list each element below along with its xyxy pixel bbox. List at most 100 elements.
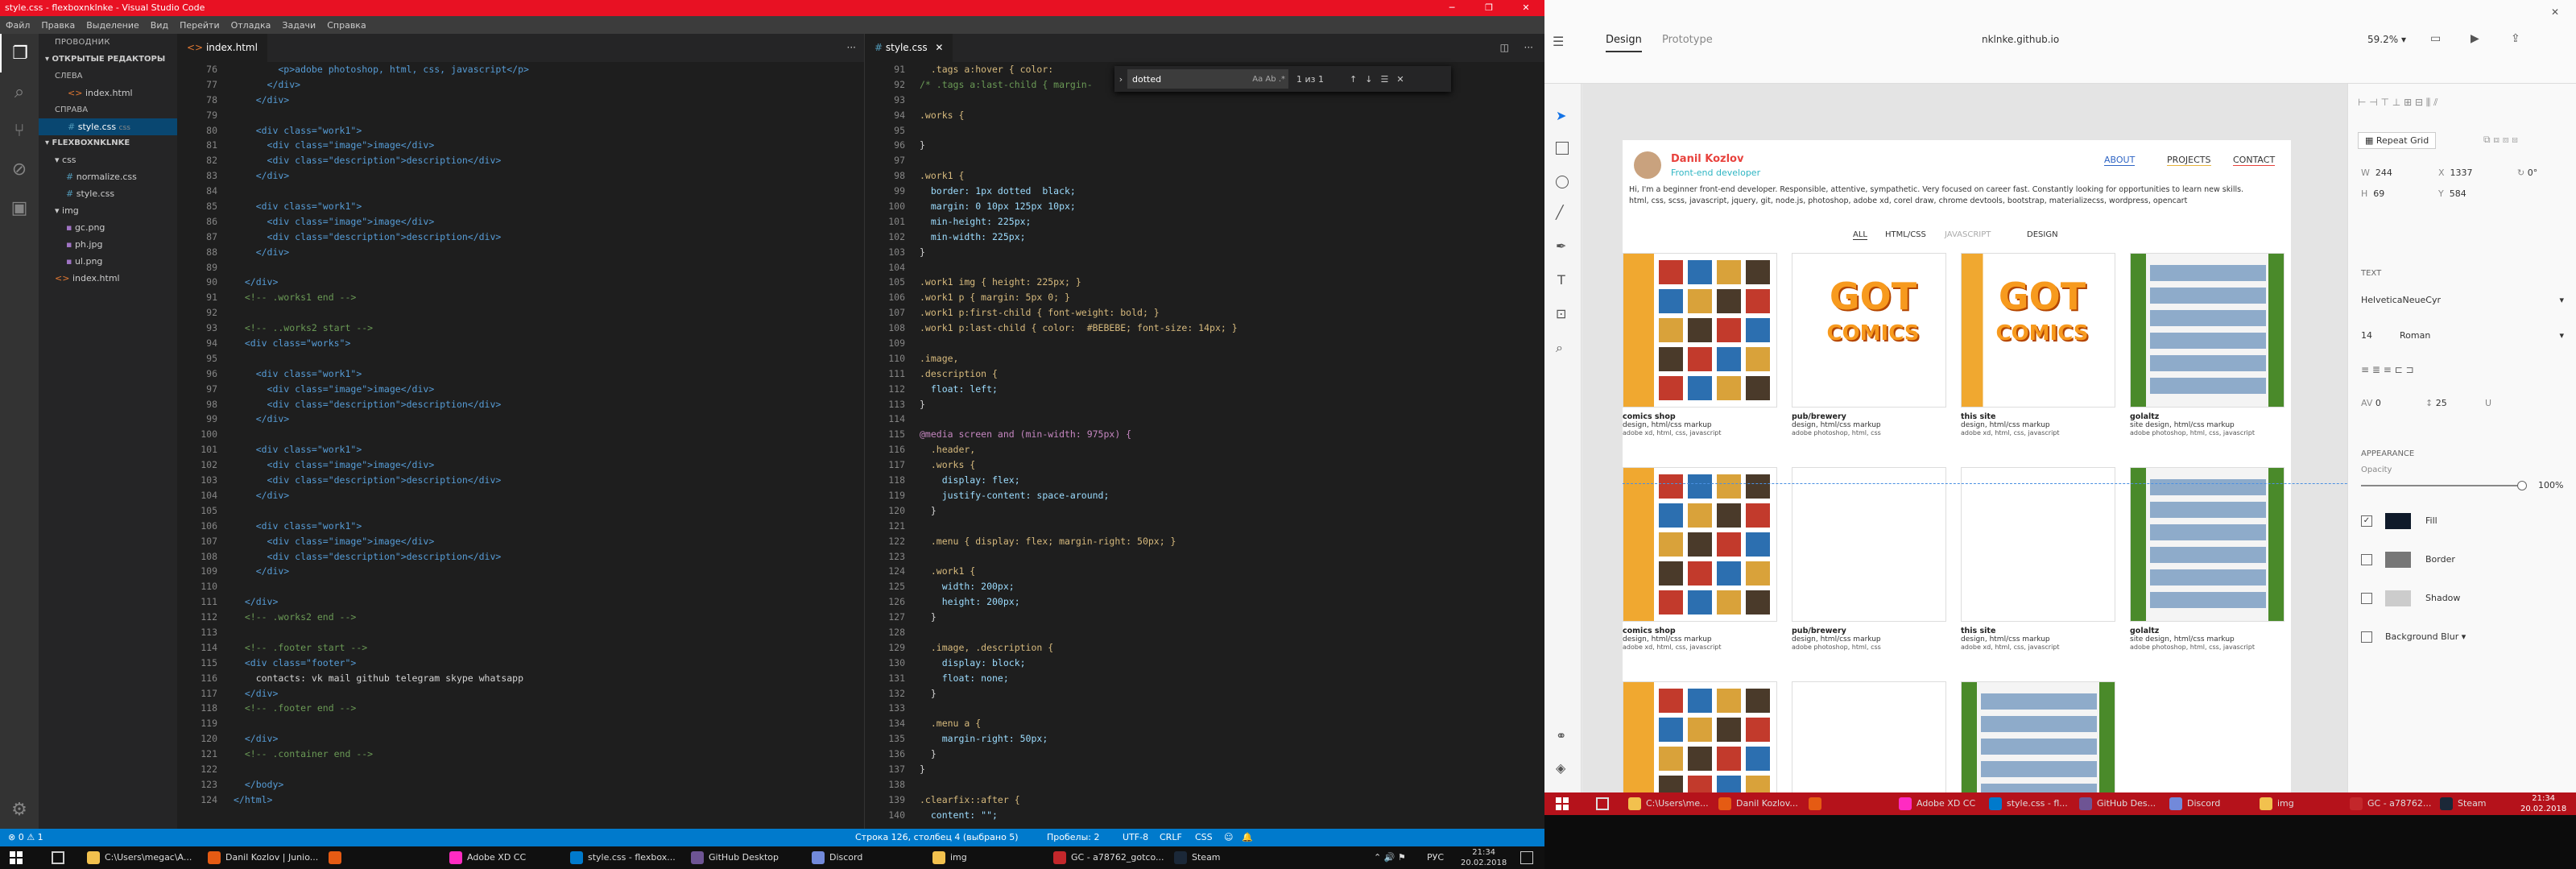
- problems-indicator[interactable]: ⊗ 0 ⚠ 1: [8, 829, 43, 846]
- clock[interactable]: 21:34 20.02.2018: [2520, 793, 2566, 814]
- select-tool-icon[interactable]: ➤: [1556, 108, 1566, 123]
- code-line[interactable]: border: 1px dotted black;: [920, 184, 1238, 199]
- code-line[interactable]: [234, 579, 529, 594]
- nav-about[interactable]: ABOUT: [2104, 155, 2136, 166]
- code-line[interactable]: <!-- .container end -->: [234, 747, 529, 762]
- code-line[interactable]: [234, 427, 529, 442]
- code-line[interactable]: }: [920, 747, 1238, 762]
- tab-style-css[interactable]: # style.css ✕: [865, 34, 953, 62]
- project-card[interactable]: golaltz site design, html/css markup adobe…: [2130, 253, 2284, 437]
- code-line[interactable]: <!-- .footer end -->: [234, 701, 529, 716]
- code-line[interactable]: @media screen and (min-width: 975px) {: [920, 427, 1238, 442]
- width-field[interactable]: W 244: [2361, 168, 2392, 178]
- code-line[interactable]: .work1 p:first-child { font-weight: bold…: [920, 305, 1238, 321]
- editor-right[interactable]: # style.css ✕ ◫ ··· 91 92 93 94 95 96 97 98 99 10…: [864, 34, 1544, 829]
- hamburger-menu-icon[interactable]: ☰: [1553, 34, 1564, 49]
- match-case-toggle[interactable]: Aa: [1252, 75, 1263, 84]
- menu-item[interactable]: Задачи: [276, 20, 321, 31]
- code-line[interactable]: [920, 123, 1238, 139]
- menu-item[interactable]: Отладка: [225, 20, 277, 31]
- code-line[interactable]: <div class="image">image</div>: [234, 534, 529, 549]
- filter-html-css[interactable]: HTML/CSS: [1885, 230, 1926, 239]
- code-line[interactable]: }: [920, 762, 1238, 777]
- opacity-slider[interactable]: [2361, 485, 2522, 486]
- code-line[interactable]: .works {: [920, 457, 1238, 473]
- tree-item[interactable]: ▾ img: [39, 202, 177, 219]
- filter-javascript[interactable]: JAVASCRIPT: [1945, 230, 1991, 239]
- code-line[interactable]: .menu { display: flex; margin-right: 50p…: [920, 534, 1238, 549]
- code-line[interactable]: <!-- ..works2 start -->: [234, 321, 529, 336]
- layers-icon[interactable]: ◈: [1556, 760, 1565, 776]
- open-editor-index-html[interactable]: <> index.html: [39, 85, 177, 101]
- project-card[interactable]: golaltz site design, html/css markup adobe…: [2130, 467, 2284, 651]
- code-line[interactable]: [920, 519, 1238, 534]
- code-line[interactable]: </div>: [234, 168, 529, 184]
- code-line[interactable]: <div class="description">description</di…: [234, 397, 529, 412]
- previous-match-icon[interactable]: ↑: [1350, 74, 1357, 85]
- windows-start-icon[interactable]: [1556, 797, 1569, 810]
- tree-item[interactable]: <> index.html: [39, 270, 177, 287]
- symbols-icon[interactable]: ⚭: [1556, 728, 1566, 743]
- opacity-value[interactable]: 100%: [2538, 480, 2563, 490]
- editor-left[interactable]: <> index.html ··· 76 77 78 79 80 81 82 83 84 85 86…: [177, 34, 864, 829]
- code-line[interactable]: <!-- .works2 end -->: [234, 610, 529, 625]
- code-line[interactable]: </div>: [234, 412, 529, 427]
- code-line[interactable]: <div class="image">image</div>: [234, 457, 529, 473]
- project-card[interactable]: GOT COMICS this site design, html/css marku…: [1961, 253, 2115, 437]
- code-line[interactable]: display: block;: [920, 656, 1238, 671]
- tab-design[interactable]: Design: [1606, 34, 1642, 52]
- encoding[interactable]: UTF-8: [1123, 829, 1148, 846]
- minimap-right[interactable]: [1480, 62, 1544, 827]
- font-size-field[interactable]: 14: [2361, 330, 2372, 341]
- taskbar-app[interactable]: style.css - flexbox...: [567, 846, 688, 869]
- taskbar-app[interactable]: GitHub Des...: [2076, 792, 2166, 815]
- code-line[interactable]: </div>: [234, 731, 529, 747]
- menu-item[interactable]: Вид: [145, 20, 174, 31]
- code-line[interactable]: height: 200px;: [920, 594, 1238, 610]
- share-icon[interactable]: ⇪: [2511, 32, 2520, 45]
- line-spacing-field[interactable]: ↕ 25: [2425, 398, 2447, 408]
- language-mode[interactable]: CSS: [1195, 829, 1213, 846]
- code-line[interactable]: .clearfix::after {: [920, 792, 1238, 808]
- code-line[interactable]: content: "";: [920, 808, 1238, 823]
- code-line[interactable]: .image, .description {: [920, 640, 1238, 656]
- project-card[interactable]: this site design, html/css markup adobe xd…: [1961, 467, 2115, 651]
- project-thumbnail[interactable]: GOT COMICS: [1961, 253, 2115, 408]
- code-line[interactable]: [920, 777, 1238, 792]
- code-line[interactable]: <!-- .works1 end -->: [234, 290, 529, 305]
- repeat-grid-button[interactable]: ▦ Repeat Grid: [2358, 132, 2437, 149]
- taskbar-app[interactable]: Danil Kozlov | Junio...: [205, 846, 325, 869]
- code-line[interactable]: min-width: 225px;: [920, 230, 1238, 245]
- code-line[interactable]: .work1 img { height: 225px; }: [920, 275, 1238, 290]
- project-thumbnail[interactable]: [1792, 467, 1946, 622]
- taskbar-app[interactable]: Steam: [1171, 846, 1292, 869]
- project-card[interactable]: [1961, 681, 2115, 792]
- bell-icon[interactable]: 🔔: [1242, 829, 1253, 846]
- artboard[interactable]: Danil Kozlov Front-end developer ABOUT P…: [1623, 140, 2347, 792]
- code-line[interactable]: .menu a {: [920, 716, 1238, 731]
- css-code[interactable]: .tags a:hover { color: /* .tags a:last-c…: [920, 62, 1238, 823]
- more-actions-icon[interactable]: ···: [847, 42, 856, 53]
- project-thumbnail[interactable]: [1623, 681, 1777, 792]
- code-line[interactable]: width: 200px;: [920, 579, 1238, 594]
- extensions-icon[interactable]: ▣: [0, 188, 39, 227]
- source-control-icon[interactable]: ⑂: [0, 111, 39, 150]
- taskbar-app[interactable]: C:\Users\me...: [1625, 792, 1715, 815]
- code-line[interactable]: }: [920, 686, 1238, 701]
- filter-design[interactable]: DESIGN: [2027, 230, 2058, 239]
- project-card[interactable]: pub/brewery design, html/css markup adobe …: [1792, 467, 1946, 651]
- x-field[interactable]: X 1337: [2438, 168, 2473, 178]
- menu-item[interactable]: Справка: [321, 20, 371, 31]
- taskbar-app[interactable]: C:\Users\megac\A...: [84, 846, 205, 869]
- code-line[interactable]: }: [920, 397, 1238, 412]
- minimize-button[interactable]: ─: [1433, 0, 1470, 16]
- code-line[interactable]: min-height: 225px;: [920, 214, 1238, 230]
- whole-word-toggle[interactable]: Ab: [1265, 75, 1276, 84]
- code-line[interactable]: .header,: [920, 442, 1238, 457]
- close-find-icon[interactable]: ✕: [1396, 74, 1404, 85]
- project-header[interactable]: ▾ FLEXBOXNKLNKE: [39, 135, 177, 151]
- play-preview-icon[interactable]: ▶: [2471, 32, 2479, 45]
- debug-icon[interactable]: ⊘: [0, 150, 39, 188]
- nav-contact[interactable]: CONTACT: [2233, 155, 2276, 166]
- code-line[interactable]: <div class="work1">: [234, 366, 529, 382]
